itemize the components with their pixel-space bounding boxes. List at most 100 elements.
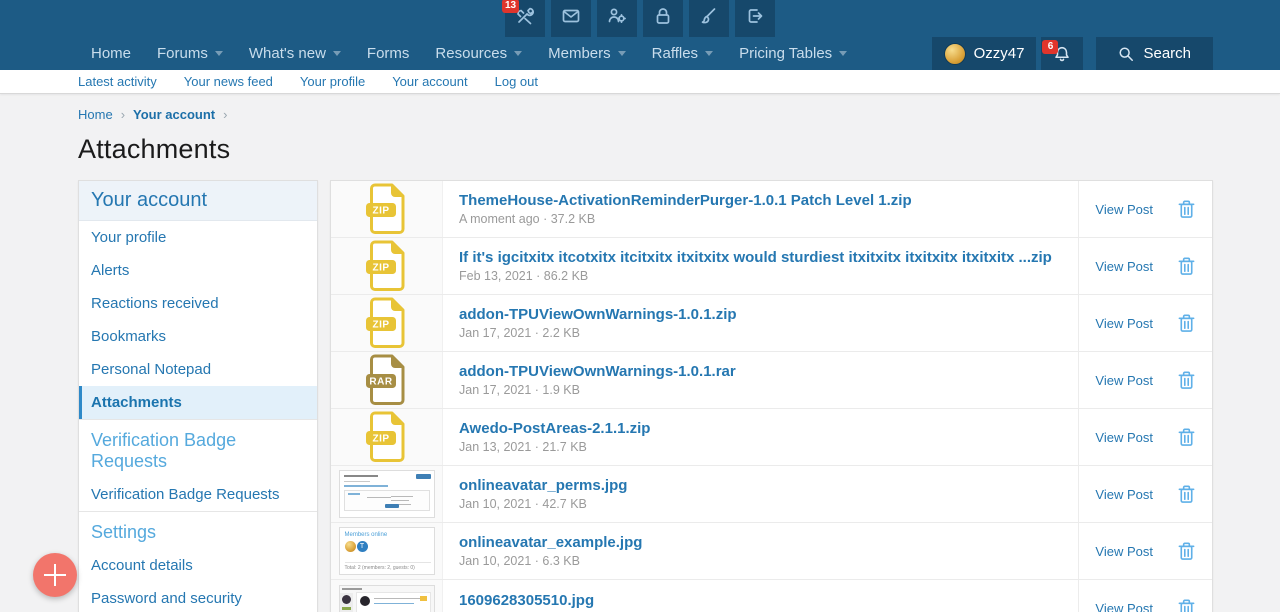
- chevron-right-icon: ›: [121, 107, 125, 122]
- add-button[interactable]: [33, 553, 77, 597]
- delete-attachment-button[interactable]: [1177, 484, 1196, 505]
- subnav-link-latest-activity[interactable]: Latest activity: [78, 74, 157, 89]
- delete-attachment-button[interactable]: [1177, 598, 1196, 612]
- attachment-title-link[interactable]: Awedo-PostAreas-2.1.1.zip: [459, 420, 1062, 437]
- view-post-link[interactable]: View Post: [1095, 544, 1153, 559]
- toolbar-button[interactable]: 13: [505, 0, 545, 37]
- svg-text:ZIP: ZIP: [372, 320, 389, 331]
- view-post-link[interactable]: View Post: [1095, 601, 1153, 612]
- sidebar-title: Your account: [79, 181, 317, 221]
- sidebar-item-password-and-security[interactable]: Password and security: [79, 582, 317, 612]
- attachment-icon-cell: ZIP: [331, 238, 443, 294]
- subnav-link-your-account[interactable]: Your account: [392, 74, 467, 89]
- attachment-thumbnail[interactable]: Members online T Total: 2 (members: 2, g…: [339, 527, 435, 575]
- toolbar-button[interactable]: [597, 0, 637, 37]
- toolbar-button[interactable]: [643, 0, 683, 37]
- nav-item-raffles[interactable]: Raffles: [639, 37, 726, 70]
- nav-right: Ozzy47 6 Search: [932, 37, 1213, 70]
- delete-attachment-button[interactable]: [1177, 199, 1196, 220]
- attachment-title-link[interactable]: addon-TPUViewOwnWarnings-1.0.1.zip: [459, 306, 1062, 323]
- sidebar-section-header[interactable]: Settings: [79, 511, 317, 549]
- sidebar-item-account-details[interactable]: Account details: [79, 549, 317, 582]
- chevron-down-icon: [333, 51, 341, 56]
- attachment-row: Members online T Total: 2 (members: 2, g…: [331, 523, 1212, 580]
- user-menu-button[interactable]: Ozzy47: [932, 37, 1037, 70]
- attachment-icon-cell: Members online T Total: 2 (members: 2, g…: [331, 523, 443, 579]
- view-post-link[interactable]: View Post: [1095, 316, 1153, 331]
- lock-icon: [653, 6, 673, 31]
- trash-icon: [1177, 598, 1196, 612]
- delete-attachment-button[interactable]: [1177, 256, 1196, 277]
- sidebar-item-bookmarks[interactable]: Bookmarks: [79, 320, 317, 353]
- account-subnav: Latest activity Your news feed Your profil…: [0, 70, 1280, 94]
- attachment-thumbnail[interactable]: [339, 585, 435, 612]
- user-avatar: [944, 43, 966, 65]
- attachment-row: ZIP addon-TPUViewOwnWarnings-1.0.1.zip J…: [331, 295, 1212, 352]
- nav-item-pricing-tables[interactable]: Pricing Tables: [726, 37, 860, 70]
- search-icon: [1118, 46, 1134, 62]
- sidebar-item-alerts[interactable]: Alerts: [79, 254, 317, 287]
- svg-text:RAR: RAR: [369, 377, 392, 388]
- breadcrumb-your-account[interactable]: Your account: [133, 107, 215, 122]
- nav-item-home[interactable]: Home: [78, 37, 144, 70]
- nav-item-forums[interactable]: Forums: [144, 37, 236, 70]
- toolbar-button[interactable]: [689, 0, 729, 37]
- sidebar-section-header[interactable]: Verification Badge Requests: [79, 419, 317, 478]
- main-nav: Home Forums What's new Forms Resources M…: [0, 37, 1280, 70]
- chevron-down-icon: [618, 51, 626, 56]
- delete-attachment-button[interactable]: [1177, 313, 1196, 334]
- zip-file-icon: ZIP: [365, 297, 409, 349]
- delete-attachment-button[interactable]: [1177, 427, 1196, 448]
- attachment-title-link[interactable]: 1609628305510.jpg: [459, 592, 1062, 609]
- sidebar-item-personal-notepad[interactable]: Personal Notepad: [79, 353, 317, 386]
- view-post-link[interactable]: View Post: [1095, 202, 1153, 217]
- attachment-meta: Jan 10, 2021 · 6.3 KB: [459, 554, 1062, 568]
- sidebar-item-your-profile[interactable]: Your profile: [79, 221, 317, 254]
- alerts-button[interactable]: 6: [1041, 37, 1083, 70]
- attachment-icon-cell: RAR: [331, 352, 443, 408]
- nav-item-members[interactable]: Members: [535, 37, 639, 70]
- sidebar-item-verification-badge-requests[interactable]: Verification Badge Requests: [79, 478, 317, 511]
- view-post-link[interactable]: View Post: [1095, 373, 1153, 388]
- view-post-link[interactable]: View Post: [1095, 487, 1153, 502]
- svg-text:ZIP: ZIP: [372, 206, 389, 217]
- toolbar-button[interactable]: [735, 0, 775, 37]
- delete-attachment-button[interactable]: [1177, 370, 1196, 391]
- attachment-title-link[interactable]: onlineavatar_perms.jpg: [459, 477, 1062, 494]
- attachment-title-link[interactable]: ThemeHouse-ActivationReminderPurger-1.0.…: [459, 192, 1062, 209]
- zip-file-icon: ZIP: [365, 183, 409, 235]
- zip-file-icon: ZIP: [365, 411, 409, 463]
- breadcrumb-home[interactable]: Home: [78, 107, 113, 122]
- nav-item-resources[interactable]: Resources: [422, 37, 535, 70]
- staff-toolbar: 13: [0, 0, 1280, 37]
- nav-item-forms[interactable]: Forms: [354, 37, 423, 70]
- attachment-title-link[interactable]: addon-TPUViewOwnWarnings-1.0.1.rar: [459, 363, 1062, 380]
- trash-icon: [1177, 541, 1196, 562]
- toolbar-button[interactable]: [551, 0, 591, 37]
- subnav-link-log-out[interactable]: Log out: [495, 74, 538, 89]
- attachment-row: RAR addon-TPUViewOwnWarnings-1.0.1.rar J…: [331, 352, 1212, 409]
- delete-attachment-button[interactable]: [1177, 541, 1196, 562]
- attachment-thumbnail[interactable]: [339, 470, 435, 518]
- rar-file-icon: RAR: [365, 354, 409, 406]
- page-body: Home › Your account › Attachments Your a…: [0, 94, 1280, 612]
- sidebar-item-attachments[interactable]: Attachments: [79, 386, 317, 419]
- brush-icon: [699, 6, 719, 31]
- attachment-title-link[interactable]: onlineavatar_example.jpg: [459, 534, 1062, 551]
- attachment-title-link[interactable]: If it's igcitxitx itcotxitx itcitxitx it…: [459, 249, 1062, 266]
- toolbar-count-badge: 13: [502, 0, 519, 13]
- mail-icon: [561, 6, 581, 31]
- svg-text:ZIP: ZIP: [372, 263, 389, 274]
- subnav-link-your-news-feed[interactable]: Your news feed: [184, 74, 273, 89]
- member-avatar: T: [357, 541, 368, 552]
- users-gear-icon: [607, 6, 627, 31]
- attachments-list: ZIP ThemeHouse-ActivationReminderPurger-…: [330, 180, 1213, 612]
- site-header: 13 Home Forums What's new Forms Resource…: [0, 0, 1280, 70]
- view-post-link[interactable]: View Post: [1095, 430, 1153, 445]
- page-title: Attachments: [78, 134, 1213, 165]
- subnav-link-your-profile[interactable]: Your profile: [300, 74, 365, 89]
- sidebar-item-reactions-received[interactable]: Reactions received: [79, 287, 317, 320]
- nav-item-what-s-new[interactable]: What's new: [236, 37, 354, 70]
- view-post-link[interactable]: View Post: [1095, 259, 1153, 274]
- search-button[interactable]: Search: [1096, 37, 1213, 70]
